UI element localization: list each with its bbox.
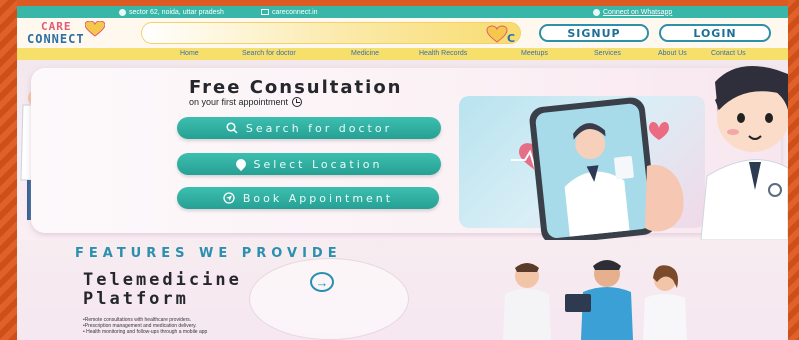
decorative-circle	[249, 258, 409, 340]
clock-icon	[292, 97, 303, 107]
whatsapp-link[interactable]: Connect on Whatsapp	[593, 8, 673, 16]
location-text: sector 62, noida, uttar pradesh	[129, 8, 224, 16]
nav-item-contact-us[interactable]: Contact Us	[711, 50, 746, 57]
phone-doctor-illustration	[511, 97, 684, 240]
search-icon	[226, 122, 238, 134]
select-location-button[interactable]: Select Location	[177, 153, 441, 175]
email-info[interactable]: careconnect.in	[261, 9, 318, 16]
hero-subtitle-text: on your first appointment	[189, 97, 289, 107]
location-info: sector 62, noida, uttar pradesh	[119, 8, 224, 16]
top-info-bar: sector 62, noida, uttar pradesh careconn…	[17, 6, 788, 18]
select-location-label: Select Location	[253, 157, 383, 171]
nav-item-meetups[interactable]: Meetups	[521, 50, 548, 57]
logo-connect-text: CONNECT	[27, 32, 85, 46]
search-doctor-button[interactable]: Search for doctor	[177, 117, 441, 139]
feature-title-line2: Platform	[83, 289, 189, 309]
hero-section: Free Consultation on your first appointm…	[17, 60, 788, 240]
whatsapp-icon	[593, 8, 600, 16]
heart-logo-icon	[85, 21, 105, 37]
svg-text:C: C	[507, 32, 515, 44]
hero-title: Free Consultation	[189, 77, 403, 98]
login-button[interactable]: LOGIN	[659, 24, 771, 42]
signup-button[interactable]: SIGNUP	[539, 24, 649, 42]
nav-item-about-us[interactable]: About Us	[658, 50, 687, 57]
website: sector 62, noida, uttar pradesh careconn…	[17, 6, 788, 340]
logo[interactable]: CARE CONNECT	[23, 20, 133, 46]
arrow-right-icon[interactable]: →	[310, 272, 334, 292]
medical-team-illustration	[503, 260, 687, 340]
email-text: careconnect.in	[272, 8, 318, 16]
cartoon-doctor-illustration	[700, 66, 788, 240]
mail-icon	[261, 9, 269, 15]
search-doctor-label: Search for doctor	[245, 121, 393, 135]
book-appointment-button[interactable]: Book Appointment	[177, 187, 439, 209]
frame-right	[788, 0, 799, 340]
mini-heart-logo-icon: C	[486, 25, 515, 44]
feature-bullet: • Health monitoring and follow-ups throu…	[83, 329, 208, 335]
header-search-bar[interactable]	[141, 22, 521, 44]
nav-item-medicine[interactable]: Medicine	[351, 50, 379, 57]
main-nav: Home Search for doctor Medicine Health R…	[17, 48, 788, 60]
hero-subtitle: on your first appointment	[189, 97, 303, 107]
feature-bullets: •Remote consultations with healthcare pr…	[83, 317, 207, 335]
nav-item-home[interactable]: Home	[180, 50, 199, 57]
frame-left	[0, 0, 17, 340]
nav-item-search-for-doctor[interactable]: Search for doctor	[242, 50, 296, 57]
whatsapp-text: Connect on Whatsapp	[603, 8, 673, 16]
features-heading: FEATURES WE PROVIDE	[75, 246, 342, 261]
location-pin-icon	[233, 156, 248, 172]
book-appointment-label: Book Appointment	[242, 191, 394, 205]
nav-item-services[interactable]: Services	[594, 50, 621, 57]
nav-item-health-records[interactable]: Health Records	[419, 50, 467, 57]
feature-title-line1: Telemedicine	[83, 270, 242, 290]
location-icon	[119, 8, 126, 16]
site-header: CARE CONNECT C SIGNUP LOGIN	[17, 18, 788, 48]
send-icon	[223, 192, 235, 204]
